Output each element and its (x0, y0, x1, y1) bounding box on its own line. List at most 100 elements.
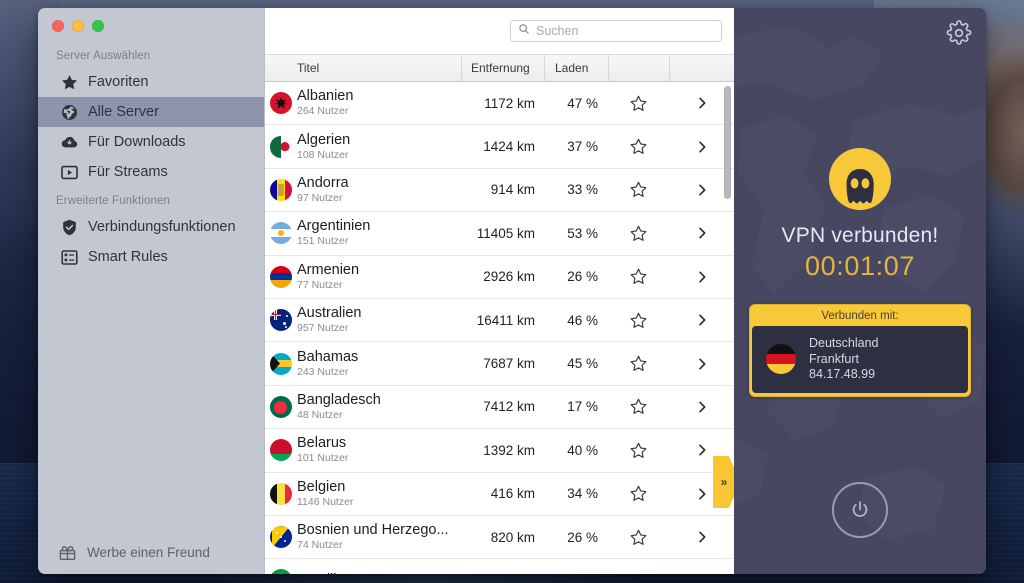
favorite-star-button[interactable] (608, 484, 669, 503)
sidebar-item-label: Smart Rules (88, 249, 168, 265)
favorite-star-button[interactable] (608, 354, 669, 373)
star-icon (630, 138, 647, 154)
row-detail-button[interactable] (669, 529, 734, 545)
expand-panel-tab[interactable]: » (713, 456, 734, 508)
sidebar-item-favoriten[interactable]: Favoriten (38, 67, 264, 97)
distance-value: 2926 km (483, 269, 535, 285)
column-header-distance[interactable]: Entfernung (461, 55, 544, 81)
desktop-wallpaper: Server Auswählen Favoriten Alle Server F… (0, 0, 1024, 583)
connected-server-card[interactable]: Verbunden mit: Deutschland Frankfurt 84.… (749, 304, 971, 397)
double-chevron-right-icon: » (720, 475, 728, 489)
table-row[interactable]: Bangladesch 48 Nutzer 7412 km 17 % (265, 385, 734, 430)
row-detail-button[interactable] (669, 399, 734, 415)
distance-value: 1392 km (483, 442, 535, 458)
column-header-title[interactable]: Titel (265, 55, 461, 81)
flag-cell (265, 482, 297, 505)
favorite-star-button[interactable] (608, 137, 669, 156)
table-row[interactable]: Argentinien 151 Nutzer 11405 km 53 % (265, 212, 734, 256)
list-scrollbar[interactable] (724, 86, 731, 199)
table-row[interactable]: Brasilien (265, 559, 734, 574)
armenia-flag-icon (270, 265, 292, 288)
table-row[interactable]: Australien 957 Nutzer 16411 km 46 % (265, 298, 734, 343)
table-row[interactable]: Andorra 97 Nutzer 914 km 33 % (265, 168, 734, 213)
load-value: 26 % (567, 529, 598, 545)
user-count: 74 Nutzer (297, 539, 343, 552)
row-detail-button[interactable] (669, 442, 734, 458)
country-name: Algerien (297, 131, 351, 148)
minimize-button[interactable] (72, 20, 84, 32)
sidebar-item-smart-rules[interactable]: Smart Rules (38, 242, 264, 272)
star-icon (630, 399, 647, 415)
sidebar: Server Auswählen Favoriten Alle Server F… (38, 8, 264, 574)
sidebar-item-verbindungsfunktionen[interactable]: Verbindungsfunktionen (38, 212, 264, 242)
country-cell: Algerien 108 Nutzer (297, 132, 461, 162)
sidebar-item-label: Verbindungsfunktionen (88, 219, 236, 235)
star-icon (630, 312, 647, 328)
refer-a-friend-button[interactable]: Werbe einen Freund (38, 530, 264, 574)
chevron-right-icon (698, 488, 705, 500)
country-cell: Armenien 77 Nutzer (297, 262, 461, 292)
favorite-star-button[interactable] (608, 311, 669, 330)
zoom-button[interactable] (92, 20, 104, 32)
row-detail-button[interactable] (669, 269, 734, 285)
sidebar-item-alle-server[interactable]: Alle Server (38, 97, 264, 127)
flag-cell (265, 135, 297, 158)
connected-ip: 84.17.48.99 (809, 367, 876, 381)
chevron-right-icon (698, 227, 705, 239)
flag-cell (265, 439, 297, 462)
favorite-star-button[interactable] (608, 528, 669, 547)
sidebar-section-advanced: Erweiterte Funktionen (56, 195, 170, 207)
flag-cell (265, 352, 297, 375)
user-count: 243 Nutzer (297, 365, 349, 378)
vpn-status-text: VPN verbunden! (781, 224, 939, 247)
vpn-status-panel: VPN verbunden! 00:01:07 Verbunden mit: D… (734, 8, 986, 574)
sidebar-item-fuer-streams[interactable]: Für Streams (38, 157, 264, 187)
row-detail-button[interactable] (669, 356, 734, 372)
connected-server-details: Deutschland Frankfurt 84.17.48.99 (809, 336, 879, 383)
search-input[interactable]: Suchen (510, 20, 722, 42)
country-name: Albanien (297, 88, 354, 105)
refer-label: Werbe einen Freund (87, 544, 210, 560)
table-row[interactable]: Belgien 1146 Nutzer 416 km 34 % (265, 472, 734, 516)
sidebar-item-fuer-downloads[interactable]: Für Downloads (38, 127, 264, 157)
column-header-more[interactable] (669, 55, 734, 81)
favorite-star-button[interactable] (608, 180, 669, 199)
power-button[interactable] (832, 482, 888, 538)
table-row[interactable]: Bosnien und Herzego... 74 Nutzer 820 km 26 … (265, 515, 734, 560)
country-name: Bosnien und Herzego... (297, 522, 449, 539)
table-row[interactable]: Algerien 108 Nutzer 1424 km 37 % (265, 125, 734, 169)
favorite-star-button[interactable] (608, 94, 669, 113)
column-header-favorite[interactable] (608, 55, 669, 81)
country-cell: Belgien 1146 Nutzer (297, 479, 461, 509)
row-detail-button[interactable] (669, 312, 734, 328)
flag-cell (265, 92, 297, 115)
user-count: 101 Nutzer (297, 452, 349, 465)
favorite-star-button[interactable] (608, 224, 669, 243)
close-button[interactable] (52, 20, 64, 32)
favorite-star-button[interactable] (608, 397, 669, 416)
row-detail-button[interactable] (669, 225, 734, 241)
sidebar-item-label: Für Downloads (88, 134, 186, 150)
flag-cell (265, 309, 297, 332)
table-row[interactable]: Bahamas 243 Nutzer 7687 km 45 % (265, 342, 734, 386)
table-row[interactable]: Belarus 101 Nutzer 1392 km 40 % (265, 429, 734, 473)
gift-icon (58, 543, 77, 562)
andorra-flag-icon (270, 178, 292, 201)
favorite-star-button[interactable] (608, 441, 669, 460)
load-value: 40 % (567, 442, 598, 458)
load-value: 26 % (567, 269, 598, 285)
flag-cell (265, 526, 297, 549)
country-name: Armenien (297, 261, 360, 278)
play-screen-icon (60, 163, 79, 182)
favorite-star-button[interactable] (608, 267, 669, 286)
table-row[interactable]: Albanien 264 Nutzer 1172 km 47 % (265, 82, 734, 126)
country-name: Australien (297, 305, 362, 322)
distance-value: 820 km (490, 529, 535, 545)
connected-label: Verbunden mit: (821, 310, 899, 322)
table-row[interactable]: Armenien 77 Nutzer 2926 km 26 % (265, 255, 734, 299)
chevron-right-icon (698, 358, 705, 369)
column-header-load[interactable]: Laden (544, 55, 608, 81)
country-name: Argentinien (297, 218, 371, 235)
flag-cell (265, 395, 297, 418)
